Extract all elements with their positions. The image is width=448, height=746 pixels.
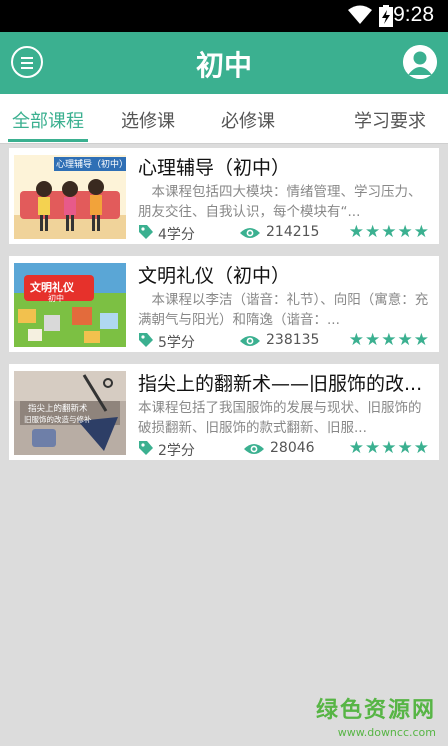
course-thumbnail: 指尖上的翻新术 旧服饰的改造与修补 — [14, 371, 126, 455]
course-description: 本课程包括四大模块：情绪管理、学习压力、朋友交往、自我认识，每个模块有“... — [138, 184, 422, 220]
course-description: 本课程包括了我国服饰的发展与现状、旧服饰的破损翻新、旧服饰的款式翻新、旧服... — [138, 400, 422, 436]
course-credits: 2学分 — [158, 443, 195, 459]
battery-charging-icon — [379, 5, 393, 27]
wifi-icon — [348, 5, 372, 24]
course-views: 214215 — [266, 224, 320, 240]
watermark-url: www.downcc.com — [337, 726, 436, 739]
rating-stars: ★★★★★ — [348, 438, 430, 458]
tab-required[interactable]: 必修课 — [221, 107, 275, 133]
thumbnail-caption: 指尖上的翻新术 — [28, 404, 88, 414]
tag-icon — [139, 333, 153, 347]
course-thumbnail: 心理辅导（初中） — [14, 155, 126, 239]
course-credits: 4学分 — [158, 227, 195, 243]
tab-study-requirements[interactable]: 学习要求 — [354, 107, 426, 133]
thumbnail-caption: 心理辅导（初中） — [56, 160, 126, 170]
course-tabs: 全部课程 选修课 必修课 学习要求 — [0, 94, 448, 143]
course-meta: 5学分 238135 ★★★★★ — [138, 330, 434, 351]
rating-stars: ★★★★★ — [348, 330, 430, 350]
eye-icon — [240, 228, 260, 238]
course-credits: 5学分 — [158, 335, 195, 351]
course-views: 238135 — [266, 332, 320, 348]
course-title: 文明礼仪（初中） — [138, 265, 291, 287]
thumbnail-subcaption: 初中 — [48, 294, 64, 303]
eye-icon — [240, 336, 260, 346]
tag-icon — [139, 225, 153, 239]
course-views: 28046 — [270, 440, 315, 456]
status-time: 9:28 — [393, 3, 434, 26]
course-card[interactable]: 心理辅导（初中） 心理辅导（初中） 本课程包括四大模块：情绪管理、学习压力、朋友… — [9, 148, 439, 244]
divider — [0, 143, 448, 144]
app-bar: 初中 — [0, 32, 448, 94]
watermark: 绿色资源网 www.downcc.com — [316, 692, 436, 739]
course-meta: 2学分 28046 ★★★★★ — [138, 438, 434, 459]
course-title: 心理辅导（初中） — [138, 157, 291, 179]
status-bar: 9:28 — [0, 0, 448, 32]
page-title: 初中 — [195, 49, 252, 82]
course-description: 本课程以李洁（谐音：礼节）、向阳（寓意：充满朝气与阳光）和隋逸（谐音：... — [138, 292, 429, 328]
rating-stars: ★★★★★ — [348, 222, 430, 242]
course-meta: 4学分 214215 ★★★★★ — [138, 222, 434, 243]
tab-elective[interactable]: 选修课 — [121, 107, 175, 133]
thumbnail-subcaption: 旧服饰的改造与修补 — [24, 415, 92, 424]
tag-icon — [139, 441, 153, 455]
tab-all-courses[interactable]: 全部课程 — [12, 107, 84, 133]
watermark-logo-text: 绿色资源网 — [315, 698, 436, 723]
course-title: 指尖上的翻新术——旧服饰的改... — [138, 373, 423, 395]
course-card[interactable]: 指尖上的翻新术 旧服饰的改造与修补 指尖上的翻新术——旧服饰的改... 本课程包… — [9, 364, 439, 460]
user-avatar-icon[interactable] — [403, 45, 437, 79]
course-thumbnail: 文明礼仪 初中 — [14, 263, 126, 347]
active-tab-indicator — [8, 139, 88, 142]
eye-icon — [244, 444, 264, 454]
course-card[interactable]: 文明礼仪 初中 文明礼仪（初中） 本课程以李洁（谐音：礼节）、向阳（寓意：充满朝… — [9, 256, 439, 352]
